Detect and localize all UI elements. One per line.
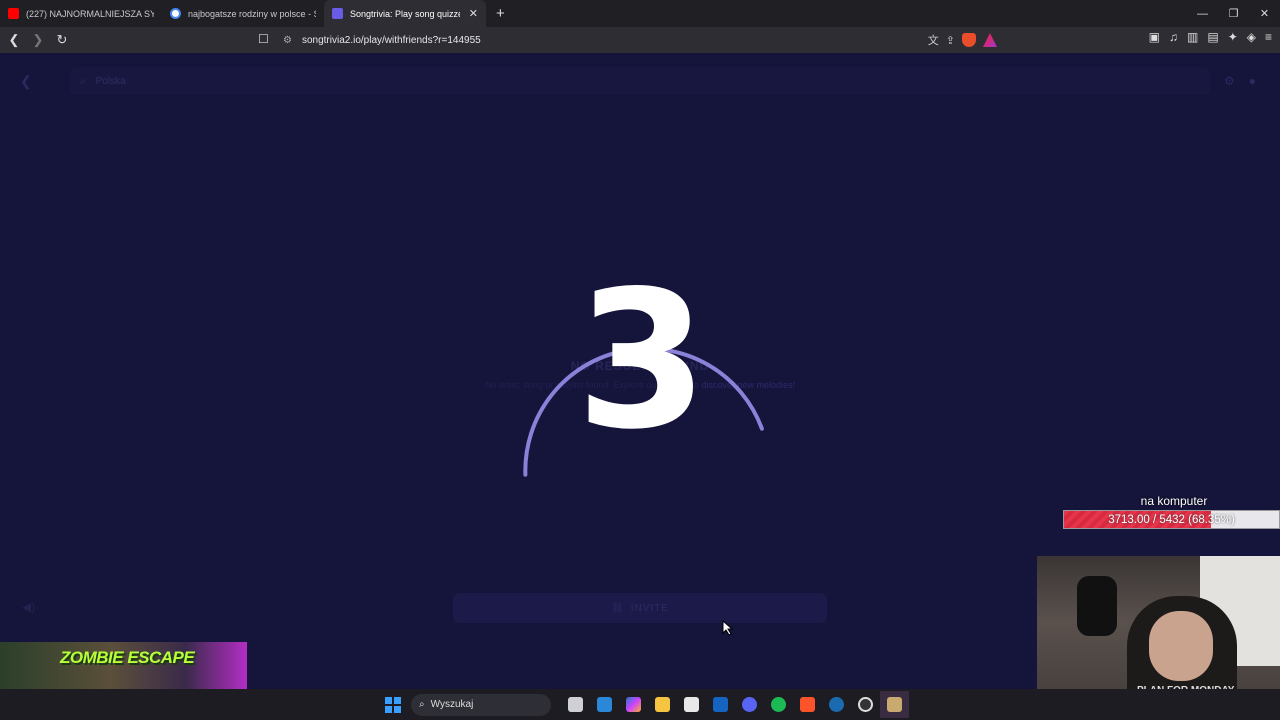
store-icon[interactable] [677, 691, 706, 718]
page-back-icon[interactable]: ❮ [20, 73, 50, 90]
goal-progress-bar: 3713.00 / 5432 (68.35%) [1063, 510, 1280, 529]
search-icon: ⌕ [419, 699, 425, 710]
mail-icon[interactable] [590, 691, 619, 718]
bookmark-icon[interactable]: ☐ [258, 32, 269, 46]
microphone [1077, 576, 1117, 636]
forward-icon[interactable]: ❯ [28, 30, 48, 50]
search-input[interactable]: ⌕ Polska [70, 67, 1210, 95]
game-banner-title: ZOMBIE ESCAPE [60, 648, 195, 667]
vpn-icon[interactable]: ◈ [1247, 30, 1256, 44]
brave-icon[interactable] [793, 691, 822, 718]
taskbar-search[interactable]: ⌕ Wyszukaj [411, 693, 551, 716]
goal-progress-text: 3713.00 / 5432 (68.35%) [1108, 514, 1235, 526]
copilot-icon[interactable] [619, 691, 648, 718]
file-explorer-icon[interactable] [648, 691, 677, 718]
obs-icon[interactable] [851, 691, 880, 718]
minimize-button[interactable]: — [1187, 0, 1218, 27]
search-icon: ⌕ [80, 75, 86, 87]
streamer-face [1149, 611, 1213, 681]
reload-icon[interactable]: ↻ [52, 30, 72, 50]
taskbar-search-label: Wyszukaj [430, 699, 474, 710]
address-bar[interactable]: ⚙ songtrivia2.io/play/withfriends?r=1449… [277, 30, 997, 50]
tab-title: Songtrivia: Play song quizzes with [350, 8, 460, 19]
goal-label: na komputer [1140, 494, 1208, 508]
countdown-number: 3 [575, 250, 708, 471]
settings-icon[interactable]: ⚙ [1224, 74, 1235, 88]
brave-rewards-icon[interactable] [983, 33, 997, 47]
close-window-button[interactable]: ✕ [1249, 0, 1280, 27]
wallet-icon[interactable]: ▤ [1207, 30, 1218, 44]
search-value: Polska [95, 75, 126, 87]
brave-shield-icon[interactable] [962, 33, 976, 47]
tab-songtrivia[interactable]: Songtrivia: Play song quizzes with ✕ [324, 0, 486, 27]
invite-label: INVITE [630, 602, 669, 614]
tab-title: najbogatsze rodziny w polsce - Szukaj [188, 8, 316, 19]
photos-icon[interactable] [706, 691, 735, 718]
google-icon [170, 8, 181, 19]
tab-title: (227) NAJNORMALNIEJSZA SYTUACJA [26, 8, 154, 19]
mouse-cursor-icon [722, 620, 734, 636]
songtrivia-icon [332, 8, 343, 19]
translate-icon[interactable]: 文 [928, 32, 939, 48]
taskbar: ⌕ Wyszukaj [0, 689, 1280, 720]
profile-icon[interactable]: ● [1249, 74, 1256, 88]
tab-youtube[interactable]: (227) NAJNORMALNIEJSZA SYTUACJA [0, 0, 162, 27]
menu-icon[interactable]: ≡ [1265, 30, 1272, 44]
steam-icon[interactable] [822, 691, 851, 718]
start-icon[interactable] [378, 691, 407, 718]
spotify-icon[interactable] [764, 691, 793, 718]
volume-icon[interactable]: ◀) [22, 600, 35, 614]
url-text: songtrivia2.io/play/withfriends?r=144955 [301, 34, 481, 46]
share-icon[interactable]: ⇪ [946, 34, 955, 47]
browser-toolbar: ❮ ❯ ↻ ☐ ⚙ songtrivia2.io/play/withfriend… [0, 27, 1280, 53]
league-icon[interactable] [880, 691, 909, 718]
restore-button[interactable]: ❐ [1218, 0, 1249, 27]
tab-strip: (227) NAJNORMALNIEJSZA SYTUACJA najbogat… [0, 0, 1280, 27]
back-icon[interactable]: ❮ [4, 30, 24, 50]
media-icon[interactable]: ♫ [1169, 30, 1178, 44]
task-view-icon[interactable] [561, 691, 590, 718]
link-icon: ⛓ [611, 602, 625, 614]
invite-button[interactable]: ⛓ INVITE [453, 593, 827, 623]
tab-google[interactable]: najbogatsze rodziny w polsce - Szukaj [162, 0, 324, 27]
youtube-icon [8, 8, 19, 19]
discord-icon[interactable] [735, 691, 764, 718]
page-topbar: ❮ ⌕ Polska ⚙ ● [20, 63, 1260, 99]
close-tab-icon[interactable]: ✕ [469, 7, 478, 20]
leo-icon[interactable]: ✦ [1228, 30, 1238, 44]
screenshot-icon[interactable]: ▣ [1149, 30, 1160, 44]
site-settings-icon[interactable]: ⚙ [283, 35, 292, 46]
new-tab-button[interactable]: + [486, 0, 515, 27]
sidebar-icon[interactable]: ▥ [1187, 30, 1198, 44]
